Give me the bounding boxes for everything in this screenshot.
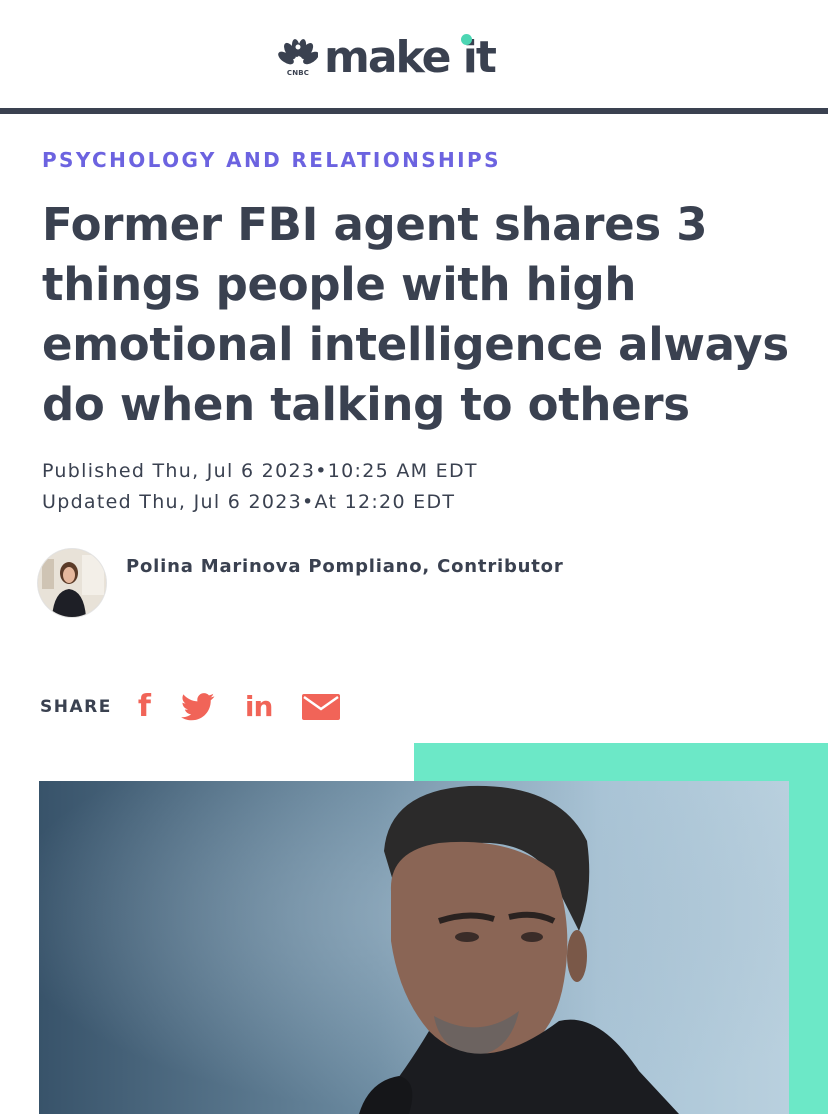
share-label: SHARE xyxy=(40,697,112,717)
twitter-icon[interactable] xyxy=(181,693,215,721)
site-header: CNBC make it xyxy=(0,0,828,108)
published-date: Published Thu, Jul 6 2023•10:25 AM EDT xyxy=(42,460,478,482)
email-icon[interactable] xyxy=(302,694,341,720)
make-it-logo[interactable]: CNBC make it xyxy=(278,30,497,83)
cnbc-peacock-icon: CNBC xyxy=(278,38,318,80)
cnbc-wordmark: CNBC xyxy=(286,69,310,77)
linkedin-icon[interactable]: in xyxy=(245,693,274,721)
author-name-link[interactable]: Polina Marinova Pompliano, Contributor xyxy=(126,556,564,577)
article-category-link[interactable]: PSYCHOLOGY AND RELATIONSHIPS xyxy=(42,148,501,172)
share-bar: SHARE f in xyxy=(40,692,370,722)
article-hero-image xyxy=(39,781,789,1114)
header-divider xyxy=(0,108,828,114)
facebook-icon[interactable]: f xyxy=(138,692,151,722)
updated-date: Updated Thu, Jul 6 2023•At 12:20 EDT xyxy=(42,491,456,513)
author-avatar[interactable] xyxy=(38,549,106,617)
article-headline: Former FBI agent shares 3 things people … xyxy=(42,198,789,431)
make-it-wordmark: make it xyxy=(324,32,497,83)
article-timestamps: Published Thu, Jul 6 2023•10:25 AM EDT U… xyxy=(42,456,478,518)
logo-dot xyxy=(460,34,472,45)
